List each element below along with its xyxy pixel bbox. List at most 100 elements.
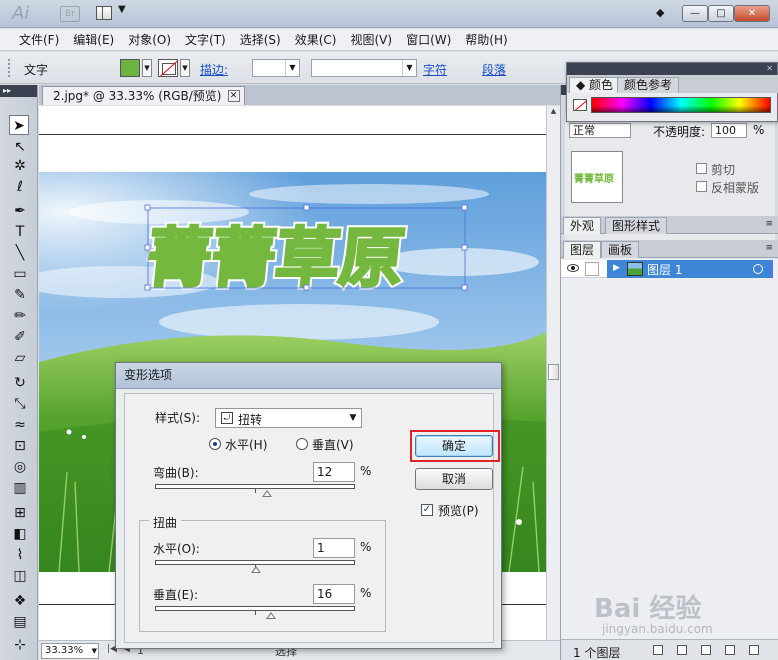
clip-checkbox[interactable] [696, 163, 707, 174]
rectangle-tool-icon[interactable]: ▭ [10, 264, 30, 284]
vertical-label[interactable]: 垂直(V) [312, 436, 354, 453]
close-icon[interactable]: ✕ [227, 90, 240, 102]
tab-color[interactable]: ◆ 颜色 [569, 77, 621, 93]
distort-horizontal-input[interactable]: 1 [313, 538, 355, 558]
magic-wand-tool-icon[interactable]: ✲ [10, 156, 30, 176]
arrange-documents-icon[interactable] [96, 6, 112, 20]
shape-builder-tool-icon[interactable]: ◎ [10, 457, 30, 477]
dialog-title[interactable]: 变形选项 [116, 363, 501, 389]
bend-slider-thumb[interactable] [262, 490, 272, 497]
trash-icon[interactable] [749, 645, 759, 655]
zoom-select[interactable]: 33.33% ▼ [41, 643, 99, 659]
artboard-tool-icon[interactable]: ⊹ [10, 635, 30, 655]
tab-appearance[interactable]: 外观 [563, 217, 602, 234]
bend-input[interactable]: 12 [313, 462, 355, 482]
tab-layers[interactable]: 图层 [563, 241, 602, 258]
style-select[interactable]: ⤾ 扭转 ▼ [215, 408, 362, 428]
tab-color-guide[interactable]: 颜色参考 [617, 77, 680, 93]
stroke-dropdown[interactable]: ▼ [180, 59, 190, 77]
panel-menu-icon[interactable]: ≡ [765, 219, 773, 229]
paragraph-link[interactable]: 段落 [482, 61, 506, 78]
panel-grip[interactable] [8, 59, 12, 77]
stroke-swatch[interactable] [158, 59, 178, 77]
stroke-link[interactable]: 描边: [200, 61, 228, 78]
chevron-down-icon[interactable]: ▼ [92, 644, 97, 658]
tools-collapse-icon[interactable]: ▸▸ [0, 85, 37, 97]
layer-target-icon[interactable] [753, 264, 763, 274]
blob-brush-tool-icon[interactable]: ✐ [10, 327, 30, 347]
direct-selection-tool-icon[interactable]: ↖ [10, 137, 30, 157]
new-layer-icon[interactable] [725, 645, 735, 655]
font-family-input[interactable]: ▼ [311, 59, 417, 77]
free-transform-tool-icon[interactable]: ⊡ [10, 436, 30, 456]
document-tab[interactable]: 2.jpg* @ 33.33% (RGB/预览) ✕ [42, 86, 245, 105]
mask-thumbnail[interactable]: 菁菁草原 [571, 151, 623, 203]
locate-object-icon[interactable] [653, 645, 663, 655]
chevron-down-icon[interactable]: ▼ [345, 409, 361, 427]
chevron-down-icon[interactable]: ▼ [402, 60, 416, 76]
fill-dropdown[interactable]: ▼ [142, 59, 152, 77]
menu-select[interactable]: 选择(S) [233, 29, 288, 51]
stroke-weight-input[interactable]: ▼ [252, 59, 300, 77]
distort-vertical-thumb[interactable] [266, 612, 276, 619]
warp-tool-icon[interactable]: ≈ [10, 415, 30, 435]
distort-vertical-input[interactable]: 16 [313, 584, 355, 604]
gradient-tool-icon[interactable]: ◧ [10, 524, 30, 544]
rotate-tool-icon[interactable]: ↻ [10, 373, 30, 393]
line-tool-icon[interactable]: ╲ [10, 243, 30, 263]
workspace-pin-icon[interactable]: ◆ [656, 6, 664, 19]
color-panel-header[interactable]: ✕ [567, 63, 777, 75]
horizontal-radio[interactable] [209, 438, 221, 450]
graph-tool-icon[interactable]: ▥ [10, 478, 30, 498]
menu-view[interactable]: 视图(V) [343, 29, 399, 51]
eyedropper-tool-icon[interactable]: ⌇ [10, 545, 30, 565]
blend-mode-select[interactable]: 正常 [569, 123, 631, 138]
blend-tool-icon[interactable]: ◫ [10, 566, 30, 586]
color-panel[interactable]: ✕ ◆ 颜色 颜色参考 [566, 62, 778, 122]
preview-label[interactable]: 预览(P) [438, 502, 479, 519]
layer-name[interactable]: 图层 1 [647, 261, 682, 278]
lock-toggle[interactable] [585, 262, 599, 276]
chevron-down-icon[interactable]: ▼ [118, 4, 126, 15]
layer-row[interactable]: ▶ 图层 1 [561, 260, 773, 278]
chevron-down-icon[interactable]: ▼ [285, 60, 299, 76]
scrollbar-thumb[interactable] [548, 364, 559, 380]
distort-horizontal-thumb[interactable] [251, 566, 261, 573]
make-clipping-mask-icon[interactable] [677, 645, 687, 655]
tab-artboards[interactable]: 画板 [601, 241, 640, 258]
new-sublayer-icon[interactable] [701, 645, 711, 655]
invert-mask-checkbox[interactable] [696, 181, 707, 192]
character-link[interactable]: 字符 [423, 61, 447, 78]
pencil-tool-icon[interactable]: ✏ [10, 306, 30, 326]
mesh-tool-icon[interactable]: ⊞ [10, 503, 30, 523]
tab-graphic-styles[interactable]: 图形样式 [605, 217, 668, 234]
pen-tool-icon[interactable]: ✒ [10, 201, 30, 221]
column-graph-tool-icon[interactable]: ▤ [10, 612, 30, 632]
scroll-up-icon[interactable]: ▲ [547, 107, 560, 115]
panel-menu-icon[interactable]: ≡ [765, 243, 773, 253]
visibility-eye-icon[interactable] [567, 264, 579, 272]
maximize-button[interactable]: □ [708, 5, 734, 22]
paintbrush-tool-icon[interactable]: ✎ [10, 285, 30, 305]
menu-object[interactable]: 对象(O) [121, 29, 178, 51]
type-tool-icon[interactable]: T [10, 222, 30, 242]
horizontal-label[interactable]: 水平(H) [225, 436, 267, 453]
symbol-sprayer-tool-icon[interactable]: ❖ [10, 591, 30, 611]
menu-edit[interactable]: 编辑(E) [66, 29, 121, 51]
menu-help[interactable]: 帮助(H) [458, 29, 514, 51]
opacity-input[interactable]: 100 [711, 123, 747, 138]
preview-checkbox[interactable]: ✓ [421, 504, 433, 516]
fill-swatch[interactable] [120, 59, 140, 77]
selection-tool-icon[interactable]: ➤ [9, 115, 29, 135]
menu-type[interactable]: 文字(T) [178, 29, 233, 51]
close-icon[interactable]: ✕ [766, 64, 773, 73]
none-swatch[interactable] [573, 99, 587, 111]
menu-window[interactable]: 窗口(W) [399, 29, 458, 51]
close-button[interactable]: ✕ [734, 5, 770, 22]
menu-file[interactable]: 文件(F) [12, 29, 66, 51]
bridge-button[interactable]: Br [60, 6, 80, 22]
eraser-tool-icon[interactable]: ▱ [10, 348, 30, 368]
minimize-button[interactable]: — [682, 5, 708, 22]
vertical-scrollbar[interactable]: ▲ [546, 106, 560, 640]
lasso-tool-icon[interactable]: ℓ [10, 177, 30, 197]
